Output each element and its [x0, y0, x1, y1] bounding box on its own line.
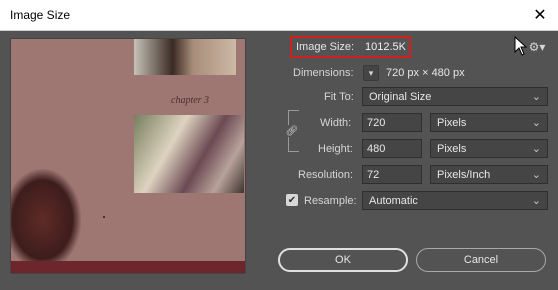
height-unit-select[interactable]: Pixels ⌄	[430, 139, 548, 158]
resample-selected: Automatic	[369, 194, 418, 207]
image-preview[interactable]: chapter 3	[10, 38, 246, 274]
preview-photo-middle	[134, 115, 244, 193]
cancel-button[interactable]: Cancel	[416, 248, 546, 272]
close-button[interactable]: ✕	[522, 0, 558, 30]
preview-photo-top	[134, 39, 236, 75]
width-unit-select[interactable]: Pixels ⌄	[430, 113, 548, 132]
checkmark-icon: ✔	[287, 194, 297, 206]
resolution-value: 72	[367, 168, 380, 181]
resample-label: Resample:	[304, 195, 357, 207]
chevron-down-icon: ⌄	[531, 169, 541, 181]
width-value: 720	[367, 116, 386, 129]
height-label: Height:	[318, 143, 353, 155]
preview-bottom-bar	[11, 261, 245, 273]
chevron-down-icon: ⌄	[531, 195, 541, 207]
title-bar: Image Size ✕	[0, 0, 558, 31]
preview-dark-shape	[11, 169, 81, 261]
resolution-label: Resolution:	[298, 169, 354, 181]
preview-caption: chapter 3	[171, 95, 210, 106]
image-size-label: Image Size:	[296, 41, 355, 53]
chevron-down-icon: ▾	[368, 67, 374, 78]
width-label: Width:	[320, 117, 352, 129]
gear-icon[interactable]: ⚙▾	[526, 38, 548, 56]
ok-button[interactable]: OK	[278, 248, 408, 272]
resample-checkbox[interactable]: ✔	[286, 194, 298, 206]
fit-to-selected: Original Size	[369, 90, 432, 103]
resample-select[interactable]: Automatic ⌄	[362, 191, 548, 210]
resolution-input[interactable]: 72	[362, 165, 422, 184]
fit-to-select[interactable]: Original Size ⌄	[362, 87, 548, 106]
height-value: 480	[367, 142, 386, 155]
image-size-value: 1012.5K	[365, 41, 406, 53]
dimensions-units-dropdown[interactable]: ▾	[363, 65, 379, 81]
dimensions-label: Dimensions:	[293, 67, 354, 79]
dimensions-value: 720 px × 480 px	[386, 67, 465, 79]
dialog-title: Image Size	[10, 8, 71, 22]
image-size-dialog: Image Size ✕ chapter 3 Image Size: 1012.…	[0, 0, 558, 290]
fit-to-label: Fit To:	[324, 91, 354, 103]
height-unit: Pixels	[437, 142, 467, 155]
resolution-unit: Pixels/Inch	[437, 168, 491, 181]
chevron-down-icon: ⌄	[531, 143, 541, 155]
width-unit: Pixels	[437, 116, 467, 129]
preview-dot	[103, 216, 105, 218]
chain-link-icon[interactable]: 🔗︎	[286, 125, 298, 137]
height-input[interactable]: 480	[362, 139, 422, 158]
width-input[interactable]: 720	[362, 113, 422, 132]
chevron-down-icon: ⌄	[531, 91, 541, 103]
resolution-unit-select[interactable]: Pixels/Inch ⌄	[430, 165, 548, 184]
chevron-down-icon: ⌄	[531, 117, 541, 129]
